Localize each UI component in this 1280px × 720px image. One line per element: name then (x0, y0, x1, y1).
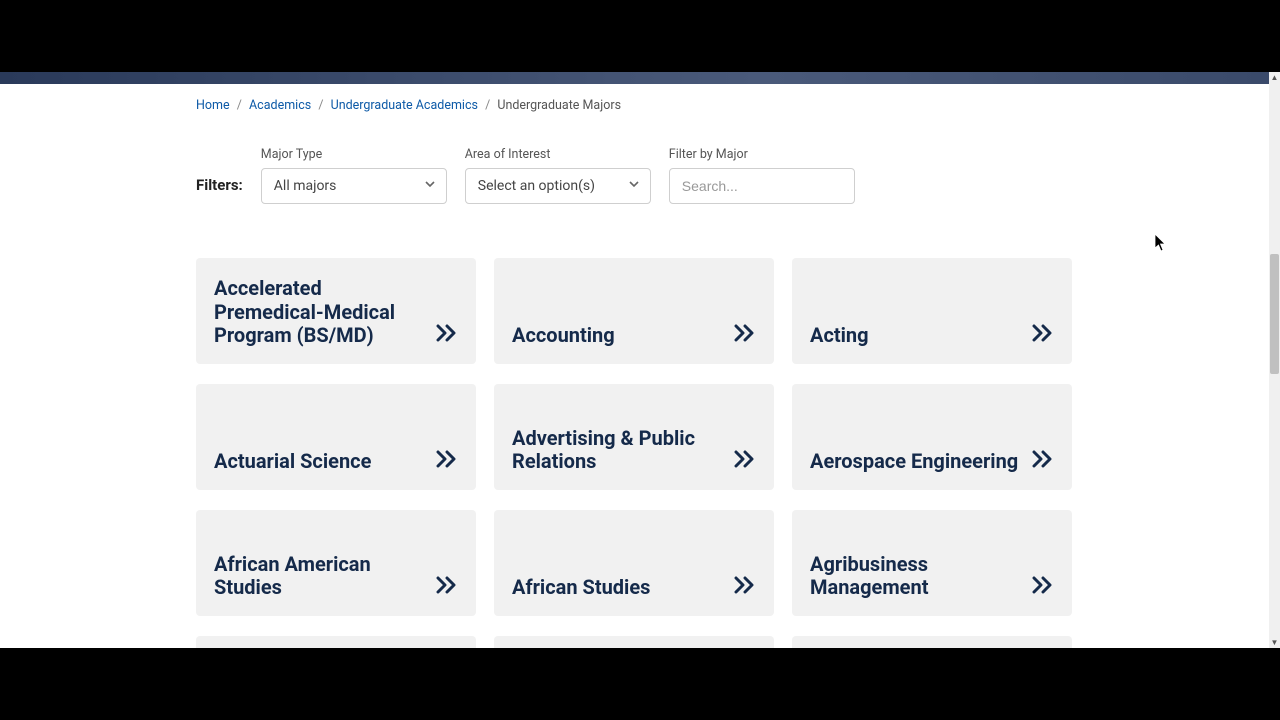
chevron-down-icon (628, 178, 640, 194)
major-card-title: African Studies (512, 576, 650, 600)
breadcrumb: Home / Academics / Undergraduate Academi… (0, 84, 1269, 121)
double-chevron-right-icon (436, 450, 458, 474)
breadcrumb-sep: / (318, 98, 323, 113)
hero-banner-strip (0, 72, 1269, 84)
page-viewport: Home / Academics / Undergraduate Academi… (0, 72, 1269, 648)
major-card-title: Acting (810, 324, 869, 348)
double-chevron-right-icon (436, 324, 458, 348)
filter-search-label: Filter by Major (669, 147, 855, 162)
major-card[interactable]: Agribusiness Management (792, 510, 1072, 616)
major-card[interactable]: Accelerated Premedical-Medical Program (… (196, 258, 476, 364)
scrollbar[interactable]: ▲ ▼ (1269, 72, 1280, 648)
major-card-title: African American Studies (214, 553, 424, 600)
filter-major-type: Major Type All majors (261, 147, 447, 204)
major-card[interactable]: Advertising & Public Relations (494, 384, 774, 490)
filter-area-of-interest: Area of Interest Select an option(s) (465, 147, 651, 204)
major-card-title: Accounting (512, 324, 615, 348)
majors-grid: Accelerated Premedical-Medical Program (… (0, 204, 1269, 648)
breadcrumb-sep: / (485, 98, 490, 113)
major-card-title: Actuarial Science (214, 450, 371, 474)
breadcrumb-current: Undergraduate Majors (497, 98, 621, 113)
double-chevron-right-icon (1032, 450, 1054, 474)
filter-search: Filter by Major (669, 147, 855, 204)
chevron-down-icon (424, 178, 436, 194)
major-card-title: Accelerated Premedical-Medical Program (… (214, 277, 424, 348)
major-card[interactable]: African Studies (494, 510, 774, 616)
scroll-down-arrow-icon[interactable]: ▼ (1269, 637, 1280, 648)
filters-title: Filters: (196, 176, 243, 204)
major-card-title: Agribusiness Management (810, 553, 1020, 600)
double-chevron-right-icon (436, 576, 458, 600)
major-card-title: Aerospace Engineering (810, 450, 1018, 474)
major-type-value: All majors (274, 178, 337, 194)
area-select[interactable]: Select an option(s) (465, 168, 651, 204)
double-chevron-right-icon (734, 324, 756, 348)
major-card-partial[interactable] (196, 636, 476, 648)
scroll-up-arrow-icon[interactable]: ▲ (1269, 72, 1280, 83)
double-chevron-right-icon (1032, 324, 1054, 348)
major-card-title: Advertising & Public Relations (512, 427, 722, 474)
filters-row: Filters: Major Type All majors Area of I… (0, 121, 1269, 204)
major-card-partial[interactable] (792, 636, 1072, 648)
search-input[interactable] (669, 168, 855, 204)
breadcrumb-academics[interactable]: Academics (249, 98, 311, 113)
double-chevron-right-icon (734, 576, 756, 600)
filter-area-label: Area of Interest (465, 147, 651, 162)
scrollbar-thumb[interactable] (1270, 254, 1279, 374)
major-card[interactable]: African American Studies (196, 510, 476, 616)
double-chevron-right-icon (1032, 576, 1054, 600)
breadcrumb-home[interactable]: Home (196, 98, 230, 113)
major-card-partial[interactable] (494, 636, 774, 648)
major-card[interactable]: Aerospace Engineering (792, 384, 1072, 490)
major-card[interactable]: Acting (792, 258, 1072, 364)
major-type-select[interactable]: All majors (261, 168, 447, 204)
double-chevron-right-icon (734, 450, 756, 474)
filter-major-type-label: Major Type (261, 147, 447, 162)
major-card[interactable]: Actuarial Science (196, 384, 476, 490)
breadcrumb-undergrad-academics[interactable]: Undergraduate Academics (331, 98, 478, 113)
major-card[interactable]: Accounting (494, 258, 774, 364)
breadcrumb-sep: / (237, 98, 242, 113)
area-value: Select an option(s) (478, 178, 595, 194)
